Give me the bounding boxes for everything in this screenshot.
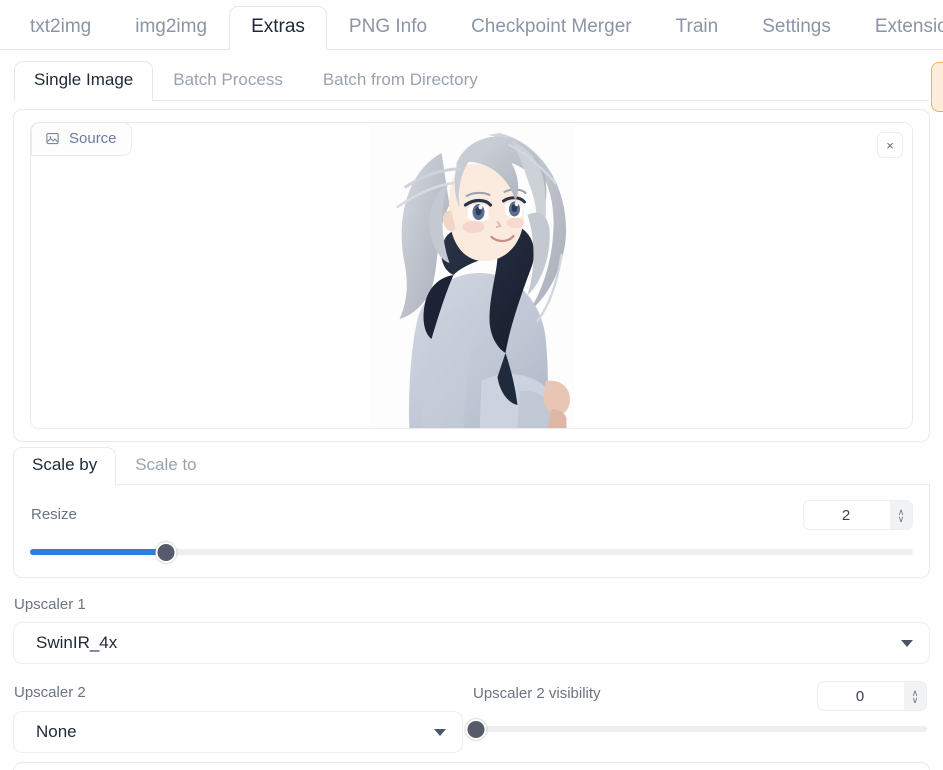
source-tab-label: Source: [69, 130, 117, 147]
scale-panel: Scale by Scale to Resize 2 ∧ ∨: [13, 445, 930, 578]
subtab-single-image[interactable]: Single Image: [14, 61, 154, 101]
upscaler2-visibility-slider[interactable]: [465, 719, 927, 740]
scale-tab-scale-by[interactable]: Scale by: [13, 447, 117, 485]
upscaler2-dropdown[interactable]: None: [13, 711, 463, 753]
next-panel-edge: [13, 762, 930, 770]
upscaler1-value: SwinIR_4x: [36, 633, 118, 652]
source-tab[interactable]: Source: [31, 123, 132, 156]
tab-settings[interactable]: Settings: [740, 6, 853, 49]
upscaler2-label: Upscaler 2: [14, 684, 86, 701]
subtab-batch-process[interactable]: Batch Process: [153, 61, 303, 100]
upscaler1-label: Upscaler 1: [14, 596, 86, 613]
tab-extensions[interactable]: Extensions: [853, 6, 943, 49]
close-icon[interactable]: ×: [877, 132, 903, 158]
upscaler2-visibility-label: Upscaler 2 visibility: [473, 685, 601, 702]
resize-value[interactable]: 2: [804, 507, 890, 524]
resize-stepper[interactable]: ∧ ∨: [890, 501, 912, 529]
source-image-preview: [369, 123, 574, 428]
resize-slider-fill: [30, 549, 166, 555]
visibility-slider-track[interactable]: [476, 726, 927, 732]
sub-tab-bar-wrapper: Single Image Batch Process Batch from Di…: [0, 50, 943, 101]
scale-by-body: Resize 2 ∧ ∨: [13, 485, 930, 578]
scale-tab-bar: Scale by Scale to: [13, 445, 930, 485]
image-icon: [45, 131, 60, 146]
source-image-box[interactable]: Source ×: [30, 122, 913, 429]
chevron-down-icon[interactable]: [434, 728, 446, 736]
upscaler2-visibility-value[interactable]: 0: [818, 688, 904, 705]
generate-button[interactable]: [931, 62, 943, 112]
tab-checkpoint-merger[interactable]: Checkpoint Merger: [449, 6, 654, 49]
tab-img2img[interactable]: img2img: [113, 6, 229, 49]
resize-label: Resize: [31, 506, 77, 523]
visibility-slider-thumb[interactable]: [465, 719, 487, 740]
tab-train[interactable]: Train: [654, 6, 741, 49]
source-image-panel: Source ×: [13, 109, 930, 442]
scale-tab-scale-to[interactable]: Scale to: [116, 447, 215, 484]
stepper-down-icon[interactable]: ∨: [912, 695, 919, 704]
resize-slider[interactable]: [30, 542, 913, 563]
resize-number-input[interactable]: 2 ∧ ∨: [803, 500, 913, 530]
tab-png-info[interactable]: PNG Info: [327, 6, 449, 49]
subtab-batch-from-directory[interactable]: Batch from Directory: [303, 61, 498, 100]
upscaler2-visibility-number-input[interactable]: 0 ∧ ∨: [817, 681, 927, 711]
resize-slider-thumb[interactable]: [155, 542, 177, 563]
extras-page: txt2img img2img Extras PNG Info Checkpoi…: [0, 0, 943, 770]
tab-txt2img[interactable]: txt2img: [8, 6, 113, 49]
sub-tab-bar: Single Image Batch Process Batch from Di…: [14, 59, 929, 101]
chevron-down-icon[interactable]: [901, 639, 913, 647]
upscaler2-value: None: [36, 722, 77, 741]
upscaler2-visibility-stepper[interactable]: ∧ ∨: [904, 682, 926, 710]
stepper-down-icon[interactable]: ∨: [898, 514, 905, 523]
main-tab-bar: txt2img img2img Extras PNG Info Checkpoi…: [0, 0, 943, 50]
tab-extras[interactable]: Extras: [229, 6, 327, 50]
upscaler1-dropdown[interactable]: SwinIR_4x: [13, 622, 930, 664]
